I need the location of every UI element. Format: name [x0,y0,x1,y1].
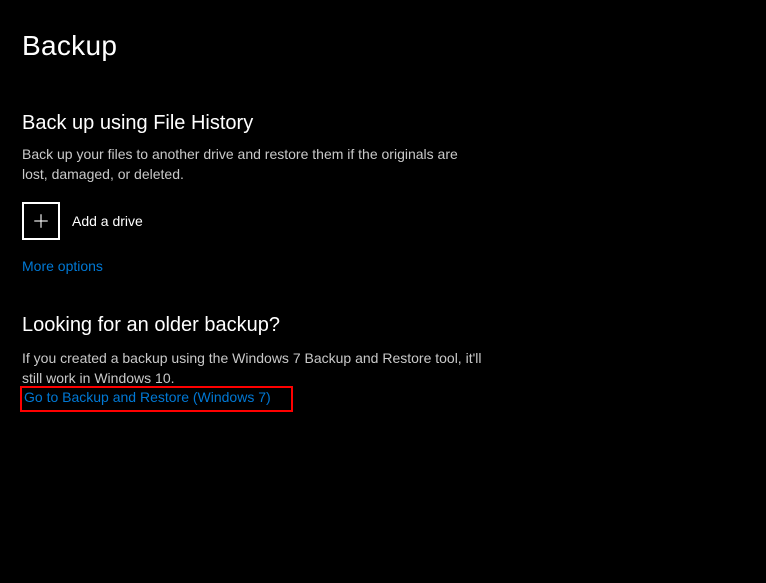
backup-restore-win7-link[interactable]: Go to Backup and Restore (Windows 7) [24,389,271,405]
file-history-heading: Back up using File History [22,112,744,135]
add-drive-button[interactable]: Add a drive [22,202,744,240]
highlighted-link-box: Go to Backup and Restore (Windows 7) [20,386,293,412]
add-drive-label: Add a drive [72,213,143,229]
more-options-link[interactable]: More options [22,258,103,274]
file-history-description: Back up your files to another drive and … [22,145,482,184]
older-backup-description: If you created a backup using the Window… [22,349,482,388]
page-title: Backup [22,30,744,62]
older-backup-heading: Looking for an older backup? [22,314,744,337]
plus-icon [22,202,60,240]
